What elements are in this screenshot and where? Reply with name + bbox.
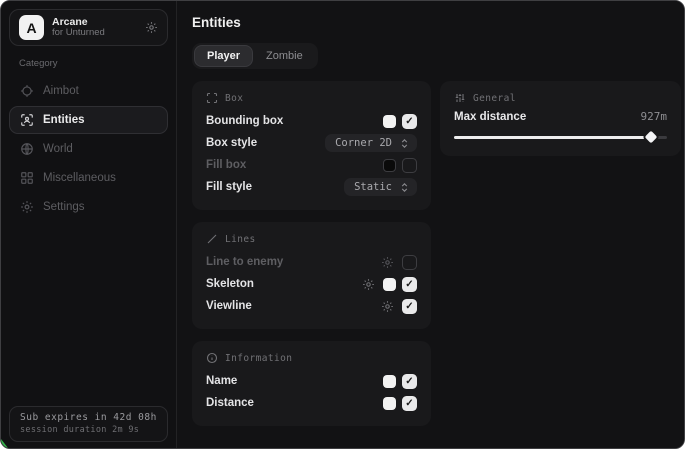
- sidebar-item-miscellaneous[interactable]: Miscellaneous: [9, 164, 168, 192]
- dropdown-value: Corner 2D: [335, 137, 392, 149]
- scan-brackets-icon: [206, 92, 218, 104]
- color-swatch[interactable]: [383, 278, 396, 291]
- tab-player[interactable]: Player: [195, 46, 252, 66]
- setting-row-line-to-enemy: Line to enemy: [206, 251, 417, 273]
- category-label: Category: [19, 58, 176, 69]
- gear-icon[interactable]: [145, 21, 158, 34]
- color-swatch[interactable]: [383, 375, 396, 388]
- tab-zombie[interactable]: Zombie: [254, 46, 315, 66]
- gear-icon: [20, 200, 34, 214]
- brand-card: A Arcane for Unturned: [9, 9, 168, 46]
- setting-label: Bounding box: [206, 115, 383, 127]
- setting-label: Name: [206, 375, 383, 387]
- sidebar-item-aimbot[interactable]: Aimbot: [9, 77, 168, 105]
- left-column: Box Bounding box ✓ Box style Co: [192, 81, 431, 426]
- information-card-title: Information: [225, 353, 292, 364]
- sidebar-item-label: Aimbot: [43, 85, 79, 97]
- setting-row-distance: Distance ✓: [206, 392, 417, 414]
- brand-subtitle: for Unturned: [52, 28, 137, 39]
- globe-icon: [20, 142, 34, 156]
- fill-style-dropdown[interactable]: Static: [344, 178, 417, 196]
- setting-row-name: Name ✓: [206, 370, 417, 392]
- gear-icon[interactable]: [381, 300, 394, 313]
- session-duration-text: session duration 2m 9s: [20, 425, 157, 435]
- setting-row-fill-style: Fill style Static: [206, 176, 417, 198]
- sidebar-item-entities[interactable]: Entities: [9, 106, 168, 134]
- information-card: Information Name ✓ Distance ✓: [192, 341, 431, 426]
- setting-row-max-distance: Max distance 927m: [454, 110, 667, 123]
- setting-row-viewline: Viewline ✓: [206, 295, 417, 317]
- setting-row-box-style: Box style Corner 2D: [206, 132, 417, 154]
- dropdown-value: Static: [354, 181, 392, 193]
- crosshair-icon: [20, 84, 34, 98]
- sidebar-item-label: Settings: [43, 201, 85, 213]
- subscription-info: Sub expires in 42d 08h session duration …: [9, 406, 168, 442]
- setting-label: Fill style: [206, 181, 344, 193]
- general-card-header: General: [454, 92, 667, 104]
- sidebar-nav: Aimbot Entities World: [1, 77, 176, 222]
- sidebar-item-label: World: [43, 143, 73, 155]
- lines-card-header: Lines: [206, 233, 417, 245]
- lines-card-title: Lines: [225, 234, 256, 245]
- sidebar: A Arcane for Unturned Category A: [1, 1, 177, 448]
- setting-label: Fill box: [206, 159, 383, 171]
- sliders-icon: [454, 92, 466, 104]
- right-column: General Max distance 927m: [440, 81, 681, 156]
- setting-row-bounding-box: Bounding box ✓: [206, 110, 417, 132]
- box-card: Box Bounding box ✓ Box style Co: [192, 81, 431, 210]
- color-swatch[interactable]: [383, 115, 396, 128]
- brand-logo: A: [19, 15, 44, 40]
- max-distance-value: 927m: [641, 110, 668, 123]
- information-card-header: Information: [206, 352, 417, 364]
- card-columns: Box Bounding box ✓ Box style Co: [192, 81, 681, 426]
- general-card-title: General: [473, 93, 516, 104]
- box-card-title: Box: [225, 93, 243, 104]
- slider-fill: [454, 136, 651, 139]
- setting-label: Viewline: [206, 300, 381, 312]
- box-card-header: Box: [206, 92, 417, 104]
- scan-person-icon: [20, 113, 34, 127]
- checkbox-checked[interactable]: ✓: [402, 396, 417, 411]
- diagonal-line-icon: [206, 233, 218, 245]
- checkbox-checked[interactable]: ✓: [402, 374, 417, 389]
- setting-label: Skeleton: [206, 278, 362, 290]
- brand-text: Arcane for Unturned: [52, 16, 137, 39]
- checkbox-checked[interactable]: ✓: [402, 114, 417, 129]
- app-window: A Arcane for Unturned Category A: [0, 0, 685, 449]
- chevrons-up-down-icon: [399, 182, 410, 193]
- checkbox-checked[interactable]: ✓: [402, 299, 417, 314]
- chevrons-up-down-icon: [399, 138, 410, 149]
- box-style-dropdown[interactable]: Corner 2D: [325, 134, 417, 152]
- gear-icon[interactable]: [381, 256, 394, 269]
- checkbox-checked[interactable]: ✓: [402, 277, 417, 292]
- color-swatch[interactable]: [383, 159, 396, 172]
- setting-label: Max distance: [454, 111, 641, 123]
- sidebar-item-world[interactable]: World: [9, 135, 168, 163]
- main-content: Entities Player Zombie Box: [177, 1, 685, 448]
- gear-icon[interactable]: [362, 278, 375, 291]
- sub-expiry-text: Sub expires in 42d 08h: [20, 412, 157, 423]
- sidebar-item-settings[interactable]: Settings: [9, 193, 168, 221]
- setting-label: Box style: [206, 137, 325, 149]
- sidebar-item-label: Miscellaneous: [43, 172, 116, 184]
- setting-row-skeleton: Skeleton ✓: [206, 273, 417, 295]
- checkbox-unchecked[interactable]: [402, 255, 417, 270]
- information-icon: [206, 352, 218, 364]
- grid-icon: [20, 171, 34, 185]
- entity-tabbar: Player Zombie: [192, 43, 318, 69]
- sidebar-item-label: Entities: [43, 114, 85, 126]
- slider-thumb[interactable]: [645, 131, 658, 144]
- page-title: Entities: [192, 15, 681, 30]
- setting-label: Distance: [206, 397, 383, 409]
- color-swatch[interactable]: [383, 397, 396, 410]
- setting-row-fill-box: Fill box: [206, 154, 417, 176]
- max-distance-slider[interactable]: [454, 130, 667, 144]
- lines-card: Lines Line to enemy: [192, 222, 431, 329]
- checkbox-unchecked[interactable]: [402, 158, 417, 173]
- general-card: General Max distance 927m: [440, 81, 681, 156]
- cursor-artifact: [1, 439, 8, 448]
- setting-label: Line to enemy: [206, 256, 381, 268]
